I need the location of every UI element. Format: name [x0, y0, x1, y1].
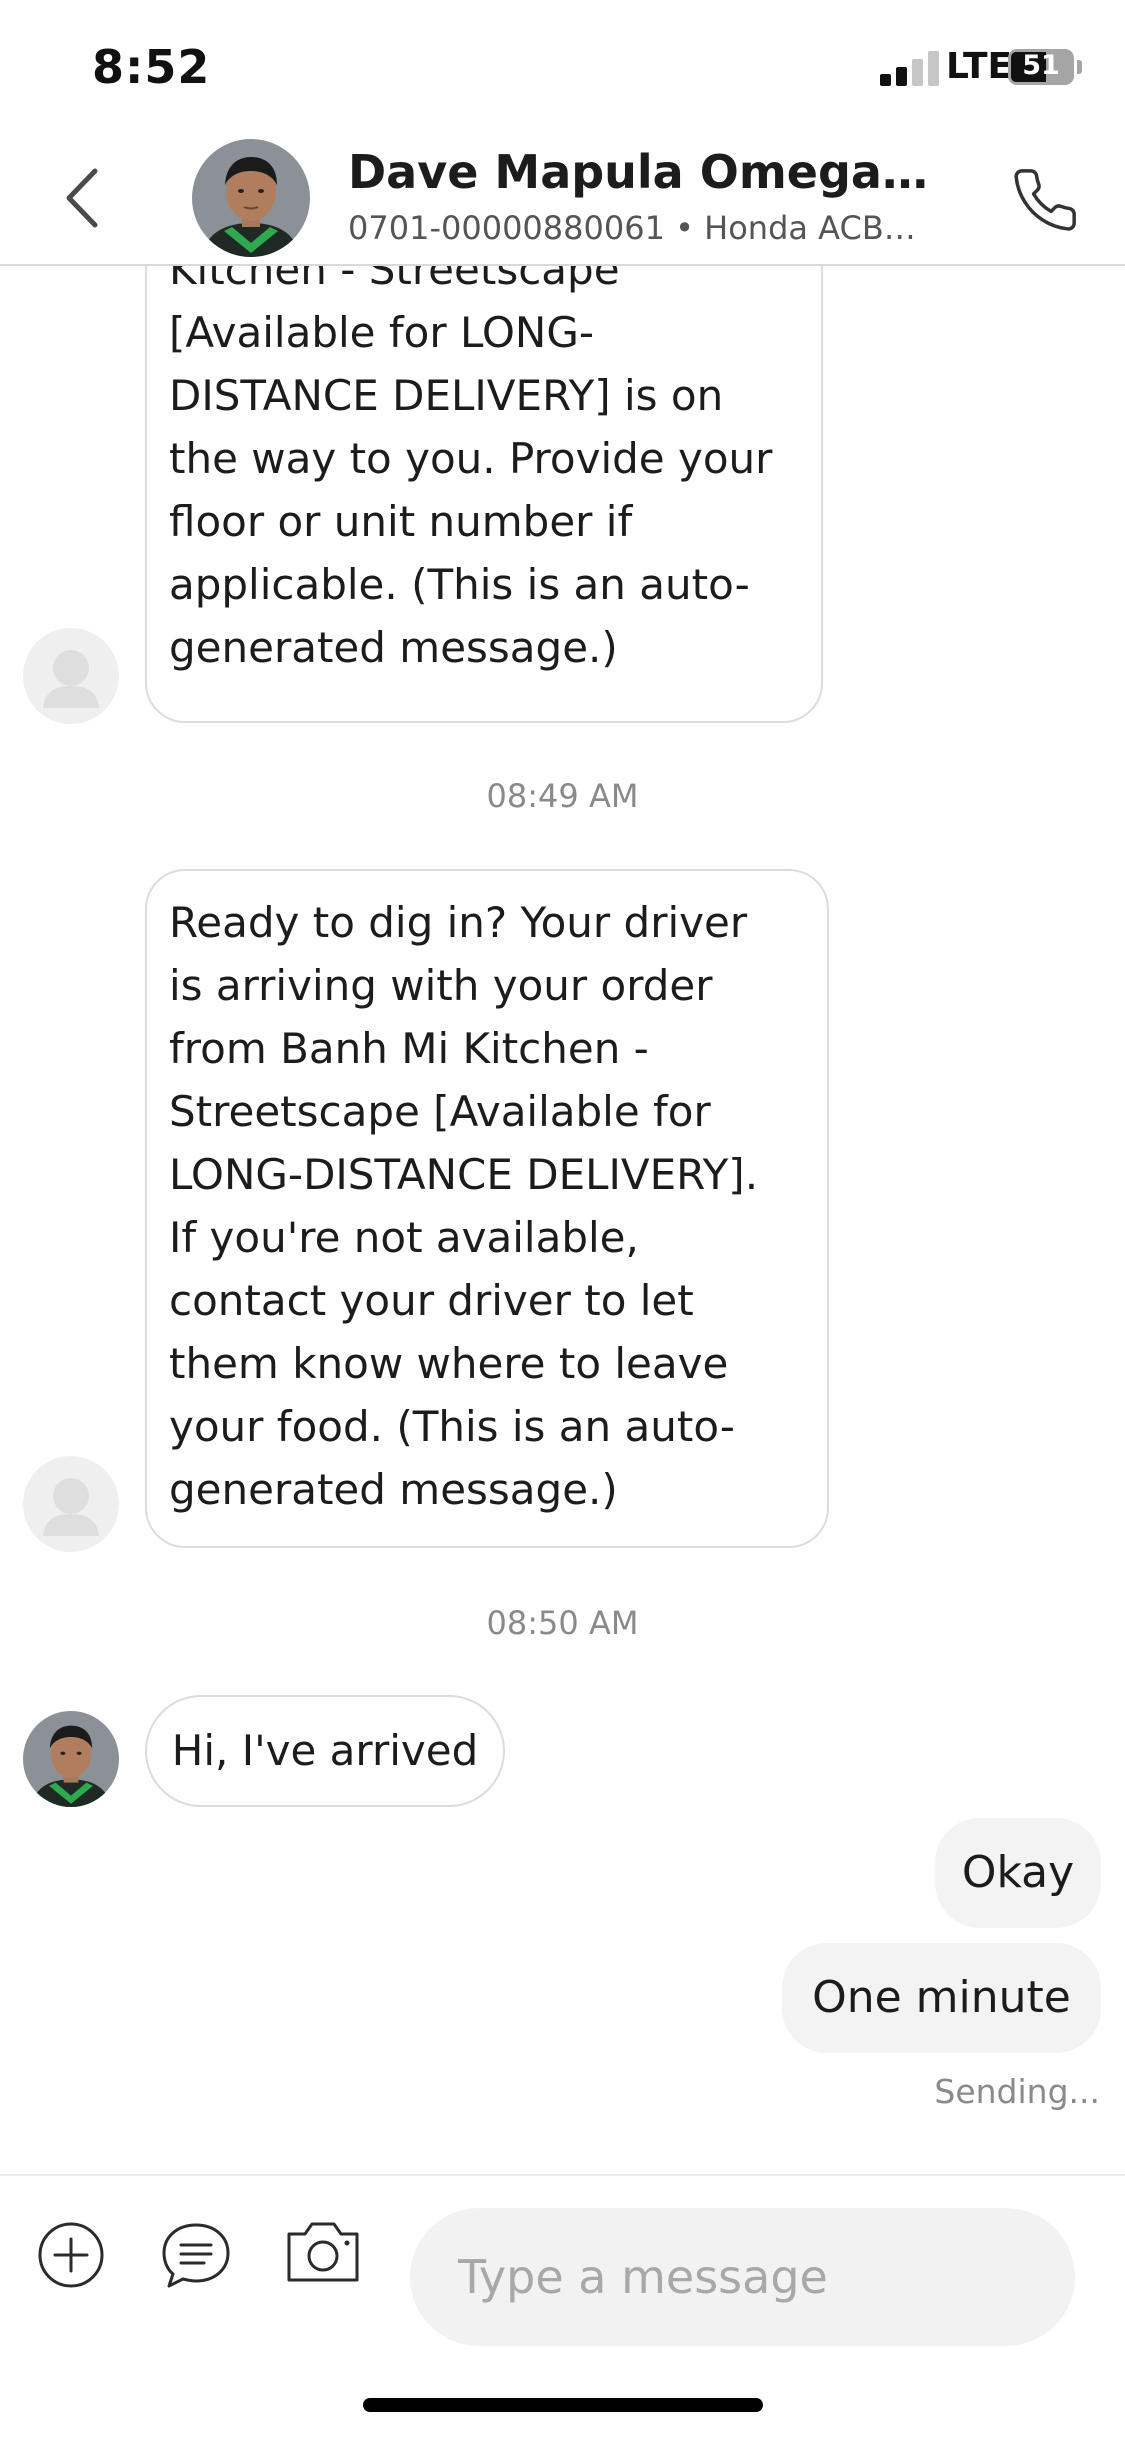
message-list[interactable]: Kitchen - Streetscape [Available for LON…: [0, 266, 1125, 2174]
driver-photo: [192, 139, 310, 257]
network-type: LTE: [946, 46, 1013, 87]
sent-message-bubble[interactable]: One minute: [782, 1943, 1101, 2053]
user-placeholder-icon: [43, 1478, 99, 1536]
add-circle-icon: [38, 2222, 104, 2288]
back-chevron-icon: [66, 168, 98, 228]
system-avatar: [23, 1456, 119, 1552]
call-button[interactable]: [1010, 165, 1080, 235]
signal-strength-icon: [880, 50, 940, 86]
battery-level: 51: [1022, 50, 1060, 81]
message-bubble[interactable]: Ready to dig in? Your driver is arriving…: [145, 869, 829, 1548]
battery-tip: [1077, 60, 1082, 74]
driver-avatar-small[interactable]: [23, 1711, 119, 1807]
phone-icon: [1014, 169, 1076, 231]
message-timestamp: 08:49 AM: [486, 777, 639, 815]
system-avatar: [23, 628, 119, 724]
driver-name[interactable]: Dave Mapula Omega • G...: [348, 145, 938, 199]
message-timestamp: 08:50 AM: [486, 1604, 639, 1642]
camera-icon: [287, 2222, 359, 2282]
driver-plate-vehicle: 0701-00000880061 • Honda ACB1...: [348, 209, 918, 247]
message-input[interactable]: [410, 2208, 1075, 2346]
driver-photo: [23, 1711, 119, 1807]
attach-button[interactable]: [36, 2220, 106, 2290]
driver-avatar[interactable]: [192, 139, 310, 257]
chat-bubble-icon: [162, 2223, 230, 2288]
battery-icon: 51: [1008, 49, 1074, 85]
sent-message-bubble[interactable]: Okay: [935, 1818, 1101, 1928]
status-time: 8:52: [92, 40, 211, 94]
message-status: Sending...: [934, 2072, 1100, 2111]
status-bar: 8:52 LTE 51: [0, 0, 1125, 135]
chat-header: Dave Mapula Omega • G... 0701-0000088006…: [0, 135, 1125, 266]
camera-button[interactable]: [285, 2218, 361, 2284]
message-bubble[interactable]: Hi, I've arrived: [145, 1695, 505, 1807]
quick-reply-button[interactable]: [160, 2220, 232, 2292]
user-placeholder-icon: [43, 650, 99, 708]
message-composer: [0, 2174, 1125, 2438]
home-indicator[interactable]: [363, 2398, 763, 2412]
message-bubble[interactable]: Kitchen - Streetscape [Available for LON…: [145, 266, 823, 723]
back-button[interactable]: [55, 163, 115, 233]
